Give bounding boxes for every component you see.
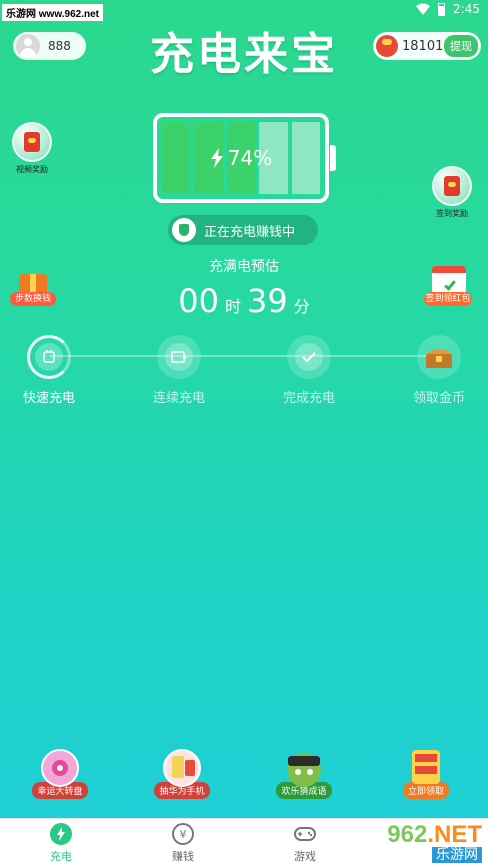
- minutes-unit: 分: [293, 297, 310, 316]
- clock: 2:45: [453, 2, 480, 16]
- red-packet-icon: [376, 35, 398, 57]
- battery-tip: [330, 145, 336, 171]
- sign-reward-label: 签到奖励: [436, 209, 468, 218]
- step-indicator: [417, 335, 461, 379]
- coin-balance: 18101: [402, 38, 444, 54]
- lucky-wheel-button[interactable]: 幸运大转盘: [22, 748, 98, 799]
- step-label: 连续充电: [152, 391, 205, 406]
- tab-charge[interactable]: 充电: [0, 819, 122, 868]
- main-screen: 乐游网 www.962.net 2:45 888 充电来宝 18101 提现 视…: [0, 0, 488, 818]
- huawei-draw-button[interactable]: 抽华为手机: [144, 748, 220, 799]
- battery-percent-display: 74%: [153, 113, 329, 203]
- claim-now-button[interactable]: 立即领取: [388, 748, 464, 799]
- step-indicator-active: [27, 335, 71, 379]
- withdraw-button[interactable]: 提现: [444, 35, 478, 57]
- treasure-chest-icon: [426, 349, 452, 368]
- bolt-icon: [50, 823, 72, 845]
- step-label: 领取金币: [412, 391, 465, 406]
- tab-label: 充电: [50, 850, 72, 863]
- step-fast-charge: 快速充电: [4, 335, 94, 406]
- step-label: 完成充电: [282, 391, 335, 406]
- video-reward-button[interactable]: 视频奖励: [12, 122, 52, 175]
- hours-unit: 时: [224, 297, 241, 316]
- yuan-icon: ¥: [172, 823, 194, 845]
- estimate-hours: 00: [178, 282, 219, 320]
- wifi-icon: [416, 3, 431, 15]
- red-packet-icon: [24, 132, 40, 152]
- phone-gift-icon: [163, 749, 201, 787]
- step-claim-coins[interactable]: 领取金币: [394, 335, 484, 406]
- charging-status-pill: 正在充电赚钱中: [168, 215, 318, 245]
- bubble-icon: [432, 166, 472, 206]
- check-icon: [295, 343, 323, 371]
- plug-icon: [172, 218, 196, 242]
- coin-balance-pill[interactable]: 18101 提现: [373, 32, 481, 60]
- watermark-sub: 乐游网: [432, 847, 482, 863]
- countdown-red-packet-icon: [412, 750, 440, 784]
- steps-connector: [50, 355, 440, 357]
- sign-reward-button[interactable]: 签到奖励: [432, 166, 472, 219]
- bubble-icon: [12, 122, 52, 162]
- estimate-minutes: 39: [247, 282, 288, 320]
- lightning-icon: [210, 148, 223, 168]
- watermark-bottom: 962.NET 乐游网: [358, 818, 488, 868]
- watermark-logo: 962.NET: [387, 821, 482, 848]
- step-label: 快速充电: [22, 391, 75, 406]
- ninja-face-icon: [287, 753, 321, 787]
- step-indicator: [157, 335, 201, 379]
- tab-games[interactable]: 游戏: [244, 819, 366, 868]
- tab-label: 游戏: [294, 850, 316, 863]
- idiom-game-button[interactable]: 欢乐猜成语: [266, 748, 342, 799]
- video-reward-label: 视频奖励: [16, 165, 48, 174]
- status-icons: 2:45: [416, 2, 480, 16]
- step-complete-charge: 完成充电: [264, 335, 354, 406]
- step-indicator: [287, 335, 331, 379]
- charger-icon: [35, 343, 63, 371]
- wheel-icon: [41, 749, 79, 787]
- tab-earn[interactable]: ¥ 赚钱: [122, 819, 244, 868]
- red-packet-icon: [444, 176, 460, 196]
- gamepad-icon: [294, 827, 316, 841]
- estimate-label: 充满电预估: [209, 259, 279, 275]
- battery-status-icon: [438, 2, 446, 16]
- battery-percent: 74%: [227, 146, 273, 170]
- tab-label: 赚钱: [172, 850, 194, 863]
- estimate-timer: 00 时 39 分: [0, 282, 488, 320]
- charging-status-text: 正在充电赚钱中: [204, 224, 296, 240]
- step-continuous-charge: 连续充电: [134, 335, 224, 406]
- battery-icon: [165, 343, 193, 371]
